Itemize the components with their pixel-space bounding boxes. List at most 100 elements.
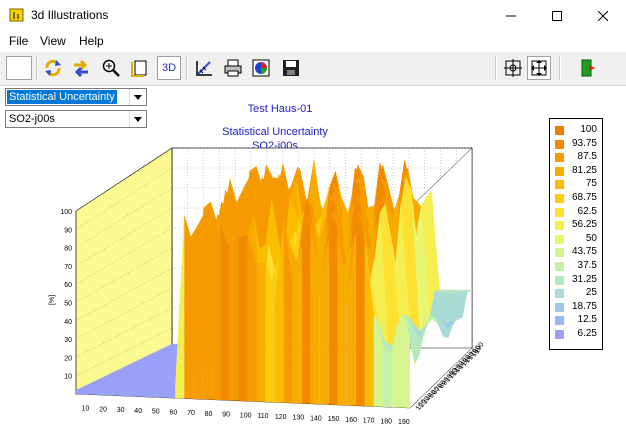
minimize-icon [506,15,516,16]
measure-select-value: Statistical Uncertainty [7,90,117,104]
chart-title: Test Haus-01 [247,103,313,115]
legend-swatch [555,275,564,285]
chevron-down-icon[interactable] [129,111,146,127]
legend-label: 31.25 [571,273,597,285]
window-title: 3d Illustrations [31,8,109,22]
legend-item: 50 [553,233,601,245]
legend-item: 87.5 [553,151,601,163]
legend-item: 37.5 [553,260,601,272]
exit-button[interactable] [576,56,600,80]
exit-door-icon [581,59,595,77]
chart-subtitle-1: Statistical Uncertainty [222,126,328,138]
app-icon [9,8,24,22]
legend-item: 62.5 [553,206,601,218]
legend-label: 6.25 [577,328,597,339]
legend-item: 18.75 [553,301,601,313]
toolbar-separator [186,56,188,80]
3d-label: 3D [161,62,177,74]
maximize-button[interactable] [534,0,580,31]
legend-label: 100 [580,124,597,135]
legend-item: 100 [553,124,601,136]
move-arrows-icon [74,59,88,78]
pan-view-button[interactable] [527,56,551,80]
3d-toggle-button[interactable]: 3D [157,56,181,80]
legend-swatch [555,221,564,231]
legend-item: 68.75 [553,192,601,204]
toolbar: 3D [0,52,626,86]
page-setup-button[interactable] [127,56,151,80]
toolbar-separator [36,56,38,80]
legend-swatch [555,248,564,258]
axis-ruler-icon [196,61,212,76]
legend-swatch [555,180,564,190]
color-palette-icon [252,59,270,77]
menu-help[interactable]: Help [79,34,104,48]
legend-label: 18.75 [571,300,597,312]
series-select-value: SO2-j00s [9,113,55,125]
legend-swatch [555,302,564,312]
measure-select[interactable]: Statistical Uncertainty [5,88,147,106]
menu-file[interactable]: File [9,34,28,48]
menu-view[interactable]: View [40,34,66,48]
legend-item: 25 [553,287,601,299]
magnifier-icon [102,59,120,77]
toolbar-separator [495,56,497,80]
title-bar: 3d Illustrations [0,0,626,31]
legend-swatch [555,153,564,163]
close-icon [598,10,608,21]
print-button[interactable] [221,56,245,80]
move-button[interactable] [69,56,93,80]
legend-swatch [555,139,564,149]
legend-swatch [555,194,564,203]
legend-item: 75 [553,178,601,190]
legend-item: 12.5 [553,314,601,326]
legend-item: 81.25 [553,165,601,177]
menu-bar: File View Help [0,31,626,52]
maximize-icon [552,10,562,21]
legend-swatch [555,166,564,176]
legend-label: 87.5 [577,151,597,163]
toolbar-separator [559,56,561,80]
rotate-icon [45,59,61,77]
legend-swatch [555,207,564,217]
legend-item: 93.75 [553,138,601,150]
chart-subtitle-2: SO2-j00s [252,140,298,152]
close-button[interactable] [580,0,626,31]
legend-swatch [555,126,564,135]
legend-swatch [555,262,564,271]
legend-item: 31.25 [553,274,601,286]
fit-view-icon [504,59,522,77]
page-icon [131,60,147,77]
series-select[interactable]: SO2-j00s [5,110,147,128]
legend-label: 75 [585,178,597,190]
legend-label: 93.75 [571,137,597,149]
legend-label: 25 [585,287,597,299]
axis-settings-button[interactable] [192,56,216,80]
pan-arrows-icon [531,60,547,76]
color-legend: 100 93.75 87.5 81.25 75 68.75 62.5 56.25 50 43.75… [549,118,603,350]
blank-toggle-button[interactable] [6,56,32,80]
legend-label: 81.25 [571,164,597,176]
legend-label: 62.5 [577,205,597,217]
legend-swatch [555,316,564,326]
legend-label: 68.75 [571,192,597,203]
legend-label: 56.25 [571,219,597,231]
legend-item: 56.25 [553,219,601,231]
legend-swatch [555,289,564,299]
save-button[interactable] [279,56,303,80]
zoom-button[interactable] [99,56,123,80]
chevron-down-icon[interactable] [129,89,146,105]
legend-label: 50 [585,232,597,244]
legend-swatch [555,330,564,339]
legend-label: 43.75 [571,246,597,258]
color-settings-button[interactable] [249,56,273,80]
legend-swatch [555,234,564,244]
fit-view-button[interactable] [501,56,525,80]
rotate-button[interactable] [41,56,65,80]
legend-label: 12.5 [577,314,597,326]
printer-icon [224,59,242,77]
legend-item: 43.75 [553,246,601,258]
minimize-button[interactable] [488,0,534,31]
legend-item: 6.25 [553,328,601,340]
legend-label: 37.5 [577,260,597,271]
